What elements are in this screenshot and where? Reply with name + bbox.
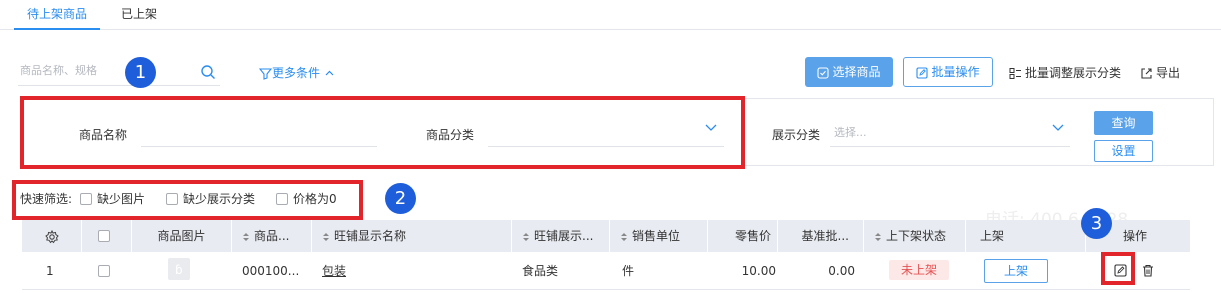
gear-icon[interactable] [44,229,59,244]
sort-icon[interactable] [620,232,628,242]
status-badge: 未上架 [889,260,949,280]
highlight-quick-filter [12,180,363,220]
product-display-category: 食品类 [522,264,559,278]
more-conditions-toggle[interactable]: 更多条件 [259,64,335,81]
column-retail-price: 零售价 [708,220,778,252]
select-all-column[interactable] [82,220,132,252]
column-base-price: 基准批... [778,220,864,252]
reset-button[interactable]: 设置 [1094,140,1153,162]
sort-icon[interactable] [522,232,530,242]
chevron-up-icon [325,70,334,76]
edit-icon [916,66,929,79]
column-label: 旺铺显示名称 [334,229,407,243]
row-checkbox[interactable] [98,265,110,277]
column-display-category[interactable]: 旺铺展示... [512,220,610,252]
column-code[interactable]: 商品... [232,220,312,252]
list-button[interactable]: 上架 [984,259,1048,283]
column-unit[interactable]: 销售单位 [610,220,708,252]
column-display-name[interactable]: 旺铺显示名称 [312,220,512,252]
export-icon [1141,68,1152,79]
more-conditions-label: 更多条件 [272,66,321,80]
highlight-edit-action [1101,252,1135,285]
image-placeholder-icon: ɓ [175,263,183,277]
check-square-icon [817,66,830,79]
select-all-checkbox[interactable] [98,230,110,242]
column-status[interactable]: 上下架状态 [864,220,966,252]
column-label: 旺铺展示... [534,229,594,243]
highlight-filter-fields [20,96,745,169]
trash-icon[interactable] [1142,264,1154,277]
export-label: 导出 [1156,66,1181,80]
search-input[interactable] [20,64,190,77]
search-box [18,60,220,86]
product-display-name[interactable]: 包装 [322,252,346,290]
batch-operations-button[interactable]: 批量操作 [903,57,993,87]
chevron-down-icon[interactable] [1051,122,1065,134]
table-header: 商品图片 商品... 旺铺显示名称 旺铺展示... 销售单位 零售价 基准批..… [22,220,1190,252]
search-icon[interactable] [200,64,216,80]
select-goods-label: 选择商品 [832,65,881,79]
annotation-badge-2: 2 [385,183,416,214]
display-category-label: 展示分类 [772,128,821,142]
table-row[interactable]: 1 ɓ 000100... 包装 食品类 件 10.00 0.00 未上架 上架 [22,252,1190,290]
display-category-placeholder[interactable]: 选择... [834,124,867,140]
product-unit: 件 [622,264,635,278]
sort-icon[interactable] [322,232,330,242]
product-retail-price: 10.00 [741,264,776,278]
product-base-price: 0.00 [828,264,855,278]
product-code: 000100... [242,264,300,278]
product-image-placeholder: ɓ [168,258,190,280]
batch-category-button[interactable]: 批量调整展示分类 [1009,64,1121,81]
annotation-badge-1: 1 [125,57,156,88]
tab-pending[interactable]: 待上架商品 [14,0,100,30]
column-label: 销售单位 [632,229,681,243]
svg-text:ɓ: ɓ [175,263,183,277]
tab-listed[interactable]: 已上架 [121,0,157,30]
settings-column[interactable] [22,220,82,252]
tab-bar: 待上架商品 已上架 [0,0,1221,30]
display-category-select[interactable] [830,146,1070,147]
annotation-badge-3: 3 [1081,208,1112,239]
column-list: 上架 [966,220,1086,252]
row-checkbox-cell[interactable] [98,252,115,290]
select-goods-button[interactable]: 选择商品 [805,57,893,87]
column-label: 商品... [254,229,290,243]
list-icon [1009,68,1021,79]
batch-category-label: 批量调整展示分类 [1025,66,1122,80]
batch-operations-label: 批量操作 [931,65,980,79]
export-button[interactable]: 导出 [1140,64,1180,81]
sort-icon[interactable] [874,232,882,242]
column-image: 商品图片 [132,220,232,252]
row-index: 1 [46,264,54,278]
query-button[interactable]: 查询 [1094,111,1153,135]
sort-icon[interactable] [242,232,250,242]
column-label: 上下架状态 [886,229,947,243]
filter-icon [259,68,272,80]
